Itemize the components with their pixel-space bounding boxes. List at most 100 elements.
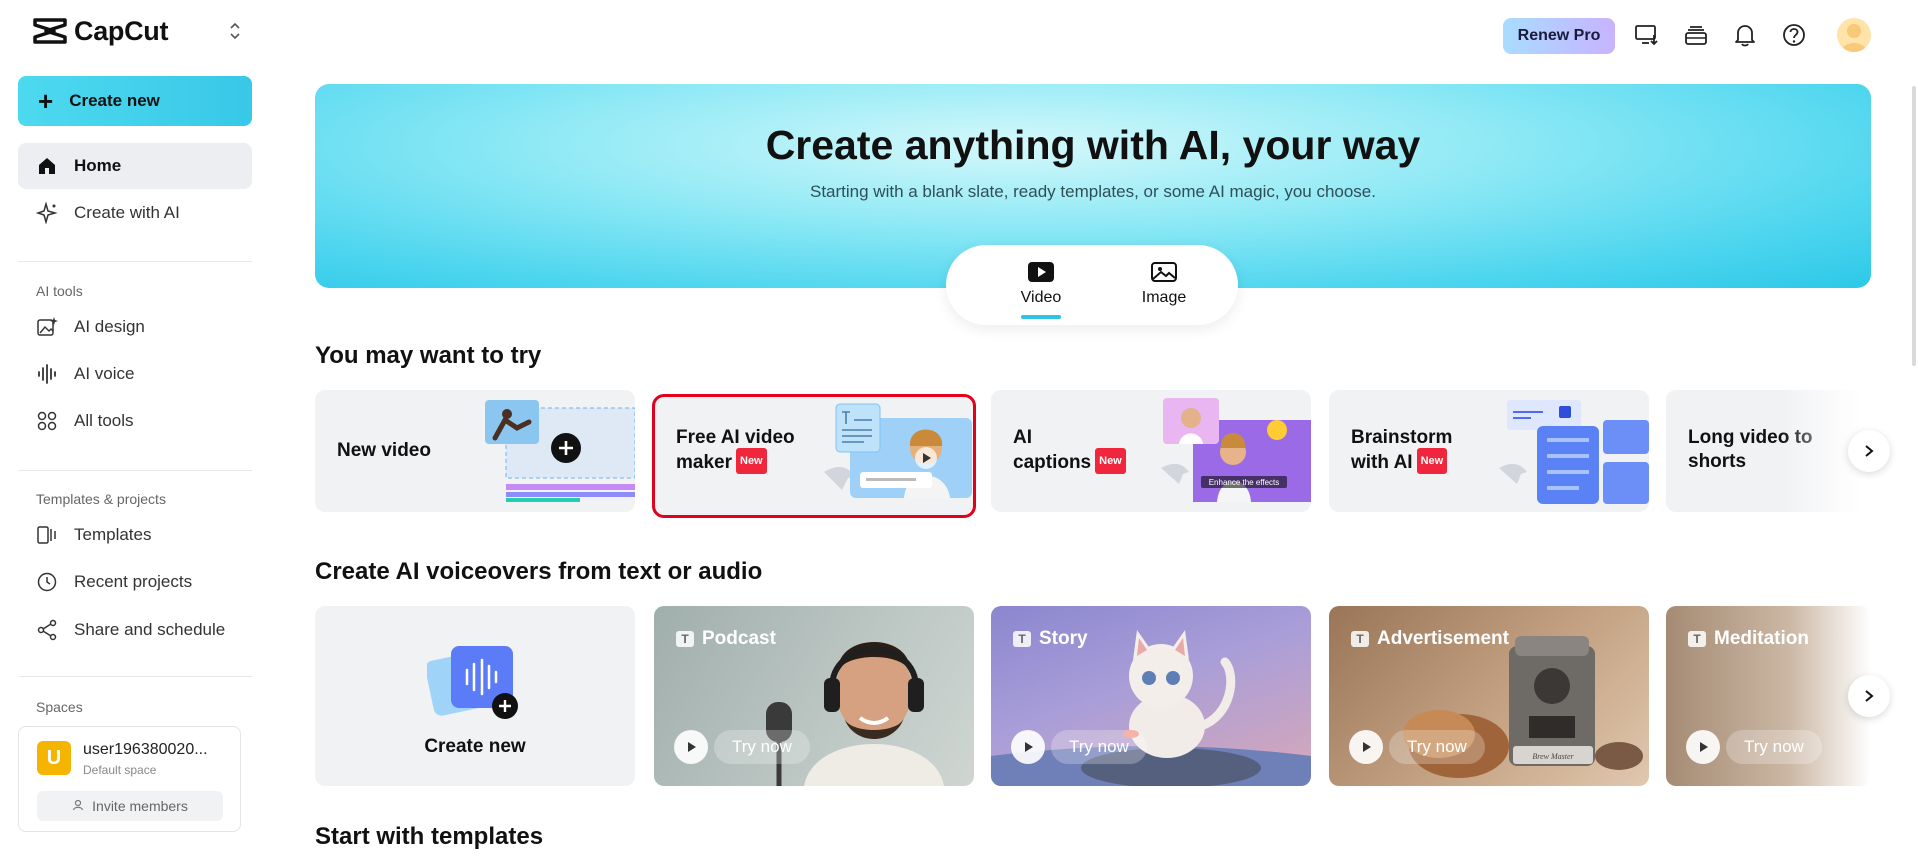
try-card-title: AI captions New xyxy=(1013,426,1126,476)
voiceover-next-button[interactable] xyxy=(1848,675,1890,717)
sidebar-divider xyxy=(18,470,252,471)
try-now-control[interactable]: Try now xyxy=(1686,730,1822,764)
brand-name: CapCut xyxy=(74,15,169,46)
sidebar-item-label: Templates xyxy=(74,525,152,544)
voiceover-create-new-card[interactable]: Create new xyxy=(315,606,635,786)
templates-projects-heading: Templates & projects xyxy=(36,491,166,507)
sidebar-divider xyxy=(18,261,252,262)
sidebar-item-share-schedule[interactable]: Share and schedule xyxy=(18,607,252,653)
templates-icon xyxy=(36,524,58,546)
play-icon[interactable] xyxy=(1686,730,1720,764)
try-card-brainstorm-ai[interactable]: Brainstorm with AI New xyxy=(1329,390,1649,512)
sidebar-item-recent-projects[interactable]: Recent projects xyxy=(18,559,252,605)
voiceover-card-label: T Story xyxy=(1013,628,1088,650)
waveform-icon xyxy=(36,363,58,385)
renew-pro-button[interactable]: Renew Pro xyxy=(1503,18,1615,54)
try-card-long-video-shorts[interactable]: Long video to shorts xyxy=(1666,390,1871,512)
sidebar-item-label: Recent projects xyxy=(74,572,193,591)
space-card: U user196380020... Default space Invite … xyxy=(18,726,241,832)
video-play-icon xyxy=(1028,262,1054,282)
tab-selected-indicator xyxy=(1021,315,1061,319)
text-icon: T xyxy=(1013,631,1031,647)
try-now-control[interactable]: Try now xyxy=(674,730,810,764)
sidebar-item-home[interactable]: Home xyxy=(18,143,252,189)
bell-icon[interactable] xyxy=(1730,20,1760,50)
stack-icon[interactable] xyxy=(1681,20,1711,50)
try-card-title: New video xyxy=(337,440,431,461)
try-next-button[interactable] xyxy=(1848,430,1890,472)
voiceover-card-label: T Meditation xyxy=(1688,628,1809,650)
invite-members-label: Invite members xyxy=(92,798,188,814)
templates-section-title: Start with templates xyxy=(315,823,544,850)
sidebar-item-label: Home xyxy=(74,156,122,175)
chevron-right-icon xyxy=(1865,445,1874,457)
sidebar-item-ai-voice[interactable]: AI voice xyxy=(18,351,252,397)
voiceover-card-label: T Advertisement xyxy=(1351,628,1509,650)
try-card-ai-captions[interactable]: AI captions New Enhance the effects xyxy=(991,390,1311,512)
media-type-tabs: Video Image xyxy=(946,245,1238,325)
try-card-title: Brainstorm with AI New xyxy=(1351,427,1453,474)
voiceover-card-meditation[interactable]: T Meditation Try now xyxy=(1666,606,1871,786)
ai-video-maker-thumbnail xyxy=(824,403,972,498)
avatar[interactable] xyxy=(1837,18,1871,52)
text-icon: T xyxy=(1688,631,1706,647)
play-icon[interactable] xyxy=(674,730,708,764)
sidebar-item-create-with-ai[interactable]: Create with AI xyxy=(18,190,252,236)
try-now-label[interactable]: Try now xyxy=(1389,730,1485,764)
try-now-label[interactable]: Try now xyxy=(1051,730,1147,764)
svg-text:Brew Master: Brew Master xyxy=(1532,752,1574,761)
sidebar-item-ai-design[interactable]: AI design xyxy=(18,304,252,350)
tab-label: Image xyxy=(1141,289,1187,306)
voiceover-card-story[interactable]: T Story Try now xyxy=(991,606,1311,786)
space-name[interactable]: user196380020... xyxy=(83,741,208,759)
create-new-button[interactable]: + Create new xyxy=(18,76,252,126)
try-now-control[interactable]: Try now xyxy=(1011,730,1147,764)
voiceover-card-advertisement[interactable]: Brew Master T Advertisement Try now xyxy=(1329,606,1649,786)
tab-label: Video xyxy=(1020,289,1062,306)
sidebar-item-label: Share and schedule xyxy=(74,620,226,639)
download-desktop-icon[interactable] xyxy=(1632,20,1662,50)
hero-title: Create anything with AI, your way xyxy=(765,122,1421,168)
chevron-right-icon xyxy=(1865,690,1874,702)
try-now-label[interactable]: Try now xyxy=(1726,730,1822,764)
sidebar-item-label: Create with AI xyxy=(74,203,180,222)
share-icon xyxy=(36,619,58,641)
play-icon[interactable] xyxy=(1349,730,1383,764)
clock-icon xyxy=(36,571,58,593)
ai-tools-heading: AI tools xyxy=(36,283,83,299)
create-new-label: Create new xyxy=(69,91,160,110)
invite-members-button[interactable]: Invite members xyxy=(37,791,223,821)
sidebar-divider xyxy=(18,676,252,677)
try-now-label[interactable]: Try now xyxy=(714,730,810,764)
tab-image[interactable]: Image xyxy=(1114,261,1214,317)
page-scrollbar[interactable] xyxy=(1912,86,1916,366)
sidebar-item-label: AI voice xyxy=(74,364,135,383)
voiceover-card-podcast[interactable]: T Podcast Try now xyxy=(654,606,974,786)
person-icon xyxy=(72,799,84,814)
plus-icon: + xyxy=(38,86,54,116)
svg-text:Enhance the effects: Enhance the effects xyxy=(1209,478,1280,487)
tab-video[interactable]: Video xyxy=(991,261,1091,319)
try-card-free-ai-video-maker[interactable]: Free AI video maker New xyxy=(652,394,976,518)
sparkle-icon xyxy=(36,202,58,224)
brand-logo[interactable]: CapCut xyxy=(32,14,244,48)
capcut-logo-icon xyxy=(33,18,67,44)
voiceover-card-label: T Podcast xyxy=(676,628,776,650)
sidebar: CapCut + Create new Home Create with AI … xyxy=(0,0,270,861)
space-avatar[interactable]: U xyxy=(37,741,71,775)
chevron-updown-icon[interactable] xyxy=(222,18,248,44)
sidebar-item-label: AI design xyxy=(74,317,145,336)
try-section-title: You may want to try xyxy=(315,342,542,369)
new-video-thumbnail xyxy=(485,400,635,502)
grid-icon xyxy=(36,410,58,432)
sidebar-item-all-tools[interactable]: All tools xyxy=(18,398,252,444)
sidebar-item-templates[interactable]: Templates xyxy=(18,512,252,558)
new-badge: New xyxy=(1416,448,1448,474)
voiceover-section-title: Create AI voiceovers from text or audio xyxy=(315,558,763,585)
try-card-new-video[interactable]: New video xyxy=(315,390,635,512)
try-card-title: Free AI video maker New xyxy=(676,427,795,474)
play-icon[interactable] xyxy=(1011,730,1045,764)
help-icon[interactable] xyxy=(1779,20,1809,50)
try-now-control[interactable]: Try now xyxy=(1349,730,1485,764)
space-subtitle: Default space xyxy=(83,763,157,777)
